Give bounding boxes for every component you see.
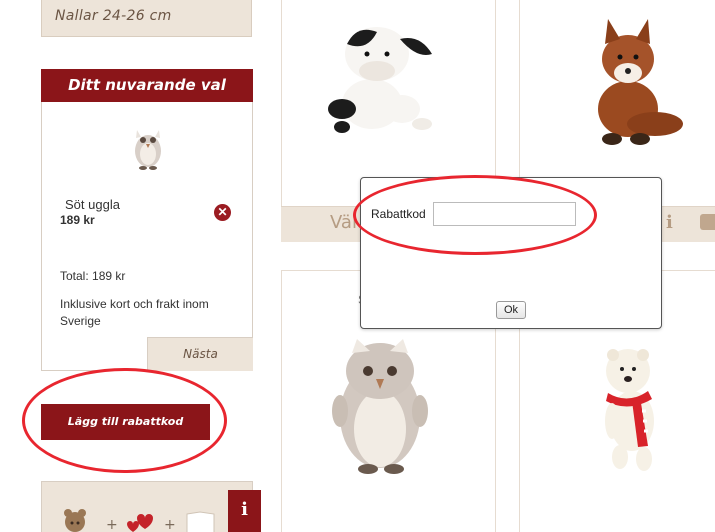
owl-thumbnail [135, 130, 161, 170]
current-selection-title: Ditt nuvarande val [41, 69, 253, 102]
item-name: Söt uggla [65, 197, 120, 212]
remove-item-icon[interactable]: ✕ [214, 204, 231, 221]
promo-banner: + + [41, 481, 253, 532]
total-price: Total: 189 kr [60, 269, 126, 283]
info-tab[interactable]: i [228, 490, 261, 532]
chat-icon[interactable] [700, 214, 715, 230]
highlight-ring-discount-button [22, 368, 227, 473]
size-option[interactable]: Nallar 24-26 cm [41, 0, 252, 37]
highlight-ring-discount-input [353, 175, 597, 255]
info-icon[interactable]: i [666, 212, 673, 233]
promo-icons: + + [64, 509, 215, 532]
size-option-label: Nallar 24-26 cm [55, 8, 172, 24]
current-selection-panel: Ditt nuvarande val Söt uggla 189 kr ✕ To… [41, 69, 253, 371]
svg-text:+: + [164, 517, 176, 532]
cow-plush-image [328, 27, 432, 133]
fox-plush-image [598, 19, 683, 145]
item-price: 189 kr [60, 213, 95, 227]
next-button[interactable]: Nästa [147, 337, 253, 371]
svg-text:+: + [106, 517, 118, 532]
ok-button[interactable]: Ok [496, 301, 526, 319]
shipping-note: Inklusive kort och frakt inom Sverige [60, 297, 209, 328]
